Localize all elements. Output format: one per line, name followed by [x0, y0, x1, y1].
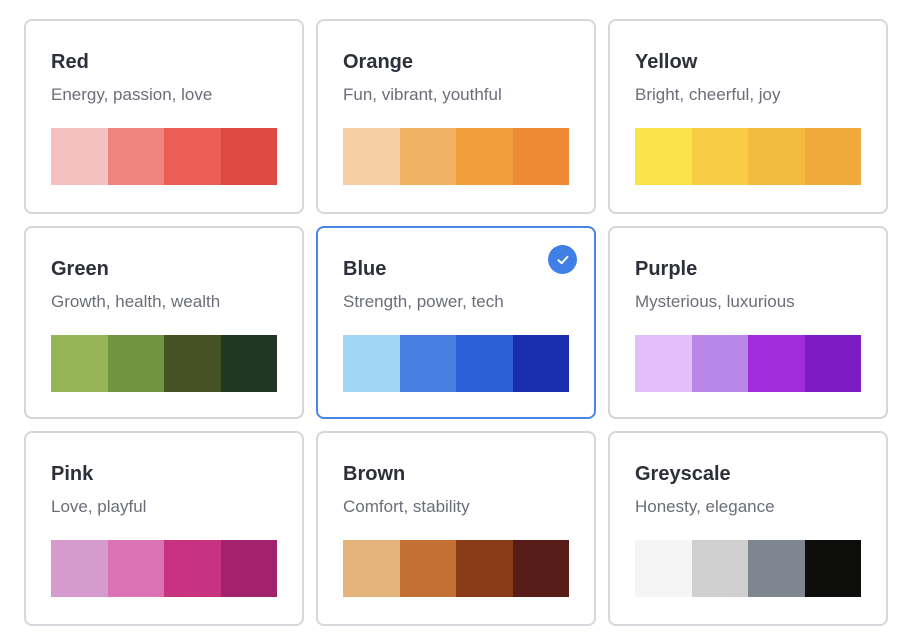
palette-card-green[interactable]: Green Growth, health, wealth: [24, 226, 304, 419]
checkmark-icon: [548, 245, 577, 274]
palette-title: Brown: [343, 463, 406, 485]
color-swatches: [635, 128, 861, 185]
palette-description: Honesty, elegance: [635, 497, 775, 516]
color-swatch: [399, 335, 456, 392]
color-swatch: [107, 128, 164, 185]
color-swatches: [343, 335, 569, 392]
palette-title: Blue: [343, 258, 387, 280]
color-swatch: [107, 540, 164, 597]
color-swatches: [343, 540, 569, 597]
color-swatch: [51, 540, 108, 597]
color-swatch: [51, 128, 108, 185]
color-swatch: [456, 335, 513, 392]
palette-description: Love, playful: [51, 497, 147, 516]
palette-description: Strength, power, tech: [343, 292, 504, 311]
color-swatch: [164, 540, 221, 597]
palette-description: Comfort, stability: [343, 497, 470, 516]
color-swatch: [748, 335, 805, 392]
color-swatches: [635, 335, 861, 392]
color-swatch: [164, 128, 221, 185]
palette-title: Greyscale: [635, 463, 731, 485]
color-swatch: [512, 540, 569, 597]
palette-description: Energy, passion, love: [51, 85, 213, 104]
palette-title: Purple: [635, 258, 698, 280]
color-swatch: [399, 128, 456, 185]
color-swatches: [343, 128, 569, 185]
palette-description: Bright, cheerful, joy: [635, 85, 781, 104]
color-swatch: [343, 128, 400, 185]
color-swatches: [51, 335, 277, 392]
color-swatch: [635, 335, 692, 392]
palette-description: Growth, health, wealth: [51, 292, 221, 311]
color-swatch: [399, 540, 456, 597]
palette-title: Red: [51, 51, 89, 73]
palette-description: Mysterious, luxurious: [635, 292, 795, 311]
palette-title: Green: [51, 258, 109, 280]
palette-title: Yellow: [635, 51, 698, 73]
color-swatch: [804, 128, 861, 185]
palette-grid: Red Energy, passion, love Orange Fun, vi…: [24, 19, 888, 626]
palette-description: Fun, vibrant, youthful: [343, 85, 502, 104]
color-swatch: [220, 128, 277, 185]
color-swatch: [691, 540, 748, 597]
color-swatch: [343, 335, 400, 392]
palette-card-blue[interactable]: Blue Strength, power, tech: [316, 226, 596, 419]
palette-title: Orange: [343, 51, 414, 73]
palette-title: Pink: [51, 463, 94, 485]
color-swatches: [635, 540, 861, 597]
color-swatch: [164, 335, 221, 392]
color-swatch: [748, 128, 805, 185]
color-swatch: [107, 335, 164, 392]
color-swatch: [748, 540, 805, 597]
palette-card-greyscale[interactable]: Greyscale Honesty, elegance: [608, 431, 888, 626]
palette-card-red[interactable]: Red Energy, passion, love: [24, 19, 304, 214]
color-swatches: [51, 128, 277, 185]
color-swatch: [456, 128, 513, 185]
color-swatch: [635, 540, 692, 597]
color-swatch: [220, 335, 277, 392]
palette-card-orange[interactable]: Orange Fun, vibrant, youthful: [316, 19, 596, 214]
palette-card-pink[interactable]: Pink Love, playful: [24, 431, 304, 626]
palette-card-purple[interactable]: Purple Mysterious, luxurious: [608, 226, 888, 419]
color-swatches: [51, 540, 277, 597]
palette-card-brown[interactable]: Brown Comfort, stability: [316, 431, 596, 626]
color-swatch: [51, 335, 108, 392]
color-swatch: [512, 128, 569, 185]
color-swatch: [635, 128, 692, 185]
color-swatch: [804, 540, 861, 597]
color-swatch: [220, 540, 277, 597]
palette-card-yellow[interactable]: Yellow Bright, cheerful, joy: [608, 19, 888, 214]
color-swatch: [456, 540, 513, 597]
color-swatch: [691, 335, 748, 392]
color-swatch: [691, 128, 748, 185]
color-swatch: [804, 335, 861, 392]
color-swatch: [343, 540, 400, 597]
color-swatch: [512, 335, 569, 392]
